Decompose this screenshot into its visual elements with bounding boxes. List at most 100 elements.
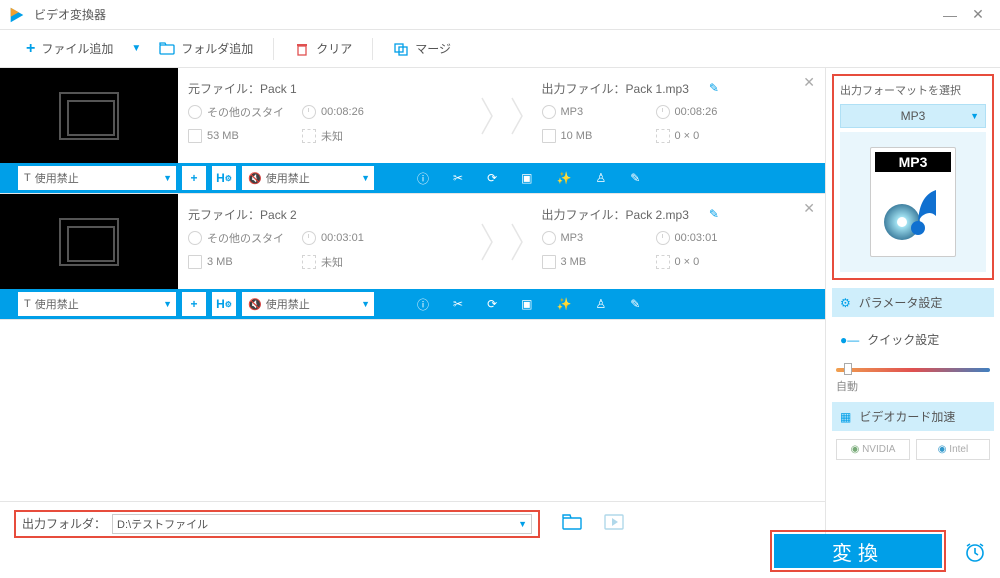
folder-icon bbox=[542, 255, 556, 269]
disc-icon bbox=[188, 231, 202, 245]
schedule-icon[interactable] bbox=[964, 541, 986, 566]
arrow-icon bbox=[502, 68, 532, 163]
quick-settings-label: ●—クイック設定 bbox=[832, 325, 994, 354]
info-tool-icon[interactable]: ⓘ bbox=[417, 296, 429, 313]
folder-icon bbox=[188, 255, 202, 269]
gpu-vendors: ◉ NVIDIA ◉ Intel bbox=[832, 439, 994, 460]
format-dropdown[interactable]: MP3▼ bbox=[840, 104, 986, 128]
clear-button[interactable]: クリア bbox=[286, 36, 360, 61]
output-format: MP3 bbox=[542, 105, 642, 119]
merge-button[interactable]: マージ bbox=[385, 36, 459, 61]
remove-file-button[interactable]: ✕ bbox=[803, 200, 815, 217]
audio-dropdown[interactable]: 🔇使用禁止▼ bbox=[242, 292, 374, 316]
plus-icon: + bbox=[26, 40, 35, 58]
window-title: ビデオ変換器 bbox=[34, 6, 106, 23]
sliders-icon: ⚙ bbox=[840, 296, 851, 310]
add-file-button[interactable]: +ファイル追加 bbox=[18, 36, 121, 62]
thumbnail[interactable] bbox=[0, 68, 178, 163]
cut-tool-icon[interactable]: ✂ bbox=[453, 297, 463, 311]
track-settings-button[interactable]: H⚙ bbox=[212, 292, 236, 316]
thumbnail[interactable] bbox=[0, 194, 178, 289]
edit-name-button[interactable]: ✎ bbox=[709, 207, 719, 221]
disc-icon bbox=[542, 105, 556, 119]
clock-icon bbox=[656, 105, 670, 119]
edit-name-button[interactable]: ✎ bbox=[709, 81, 719, 95]
thumbnail-placeholder-icon bbox=[59, 218, 119, 266]
crop-tool-icon[interactable]: ▣ bbox=[521, 297, 532, 311]
file-list: 元ファイル：Pack 1 その他のスタイ 00:08:26 53 MB 未知 bbox=[0, 68, 826, 545]
effect-tool-icon[interactable]: ✨ bbox=[556, 297, 571, 311]
crop-tool-icon[interactable]: ▣ bbox=[521, 171, 532, 185]
info-tool-icon[interactable]: ⓘ bbox=[417, 170, 429, 187]
bottom-bar: 出力フォルダ： D:\テストファイル▼ bbox=[0, 501, 825, 545]
trash-icon bbox=[294, 41, 310, 57]
browse-folder-icon[interactable] bbox=[562, 514, 582, 533]
edit-tool-icon[interactable]: ✎ bbox=[630, 171, 640, 185]
edit-tool-icon[interactable]: ✎ bbox=[630, 297, 640, 311]
dimensions-icon bbox=[302, 129, 316, 143]
bullet-icon: ●— bbox=[840, 333, 859, 347]
convert-button[interactable]: 変換 bbox=[774, 534, 942, 568]
clock-icon bbox=[656, 231, 670, 245]
folder-icon bbox=[188, 129, 202, 143]
gpu-accel-button[interactable]: ▦ビデオカード加速 bbox=[832, 402, 994, 431]
format-preview[interactable]: MP3 bbox=[840, 132, 986, 272]
thumbnail-placeholder-icon bbox=[59, 92, 119, 140]
rotate-tool-icon[interactable]: ⟳ bbox=[487, 297, 497, 311]
add-track-button[interactable]: + bbox=[182, 166, 206, 190]
source-duration: 00:03:01 bbox=[302, 231, 402, 245]
remove-file-button[interactable]: ✕ bbox=[803, 74, 815, 91]
arrow-icon bbox=[472, 68, 502, 163]
nvidia-chip: ◉ NVIDIA bbox=[836, 439, 910, 460]
file-toolbar: T使用禁止▼ + H⚙ 🔇使用禁止▼ ⓘ ✂ ⟳ ▣ ✨ ♙ ✎ bbox=[0, 163, 825, 193]
watermark-tool-icon[interactable]: ♙ bbox=[595, 171, 606, 185]
source-file-label: 元ファイル：Pack 1 bbox=[188, 80, 297, 97]
folder-icon bbox=[542, 129, 556, 143]
file-toolbar: T使用禁止▼ + H⚙ 🔇使用禁止▼ ⓘ ✂ ⟳ ▣ ✨ ♙ ✎ bbox=[0, 289, 825, 319]
audio-dropdown[interactable]: 🔇使用禁止▼ bbox=[242, 166, 374, 190]
output-folder-input[interactable]: D:\テストファイル▼ bbox=[112, 514, 532, 534]
minimize-button[interactable]: — bbox=[936, 7, 964, 23]
folder-plus-icon bbox=[159, 41, 175, 57]
clock-icon bbox=[302, 231, 316, 245]
quality-slider[interactable]: 自動 bbox=[832, 362, 994, 394]
format-panel: 出力フォーマットを選択 MP3▼ MP3 bbox=[832, 74, 994, 280]
source-file-label: 元ファイル：Pack 2 bbox=[188, 206, 297, 223]
subtitle-dropdown[interactable]: T使用禁止▼ bbox=[18, 292, 176, 316]
add-folder-button[interactable]: フォルダ追加 bbox=[151, 36, 261, 61]
disc-icon bbox=[188, 105, 202, 119]
titlebar: ビデオ変換器 — ✕ bbox=[0, 0, 1000, 30]
add-file-dropdown[interactable]: ▼ bbox=[125, 43, 147, 54]
file-item: 元ファイル：Pack 2 その他のスタイ 00:03:01 3 MB 未知 bbox=[0, 194, 825, 320]
watermark-tool-icon[interactable]: ♙ bbox=[595, 297, 606, 311]
convert-button-wrap: 変換 bbox=[770, 530, 946, 572]
source-dimensions: 未知 bbox=[302, 128, 402, 144]
output-dimensions: 0 × 0 bbox=[656, 129, 756, 143]
rotate-tool-icon[interactable]: ⟳ bbox=[487, 171, 497, 185]
subtitle-dropdown[interactable]: T使用禁止▼ bbox=[18, 166, 176, 190]
dimensions-icon bbox=[656, 255, 670, 269]
cut-tool-icon[interactable]: ✂ bbox=[453, 171, 463, 185]
play-output-icon[interactable] bbox=[604, 514, 624, 533]
source-dimensions: 未知 bbox=[302, 254, 402, 270]
dimensions-icon bbox=[656, 129, 670, 143]
mp3-card-icon: MP3 bbox=[870, 147, 956, 257]
chip-icon: ▦ bbox=[840, 410, 851, 424]
output-folder-group: 出力フォルダ： D:\テストファイル▼ bbox=[14, 510, 540, 538]
disc-icon bbox=[542, 231, 556, 245]
source-style: その他のスタイ bbox=[188, 230, 288, 246]
add-track-button[interactable]: + bbox=[182, 292, 206, 316]
intel-chip: ◉ Intel bbox=[916, 439, 990, 460]
output-folder-label: 出力フォルダ： bbox=[22, 515, 106, 532]
close-button[interactable]: ✕ bbox=[964, 6, 992, 23]
output-duration: 00:08:26 bbox=[656, 105, 756, 119]
param-settings-button[interactable]: ⚙パラメータ設定 bbox=[832, 288, 994, 317]
dimensions-icon bbox=[302, 255, 316, 269]
merge-icon bbox=[393, 41, 409, 57]
track-settings-button[interactable]: H⚙ bbox=[212, 166, 236, 190]
output-info: 出力ファイル：Pack 2.mp3✎ MP3 00:03:01 3 MB 0 ×… bbox=[532, 194, 826, 289]
clock-icon bbox=[302, 105, 316, 119]
output-file-label: 出力ファイル：Pack 1.mp3 bbox=[542, 80, 689, 97]
effect-tool-icon[interactable]: ✨ bbox=[556, 171, 571, 185]
format-title: 出力フォーマットを選択 bbox=[840, 82, 986, 98]
